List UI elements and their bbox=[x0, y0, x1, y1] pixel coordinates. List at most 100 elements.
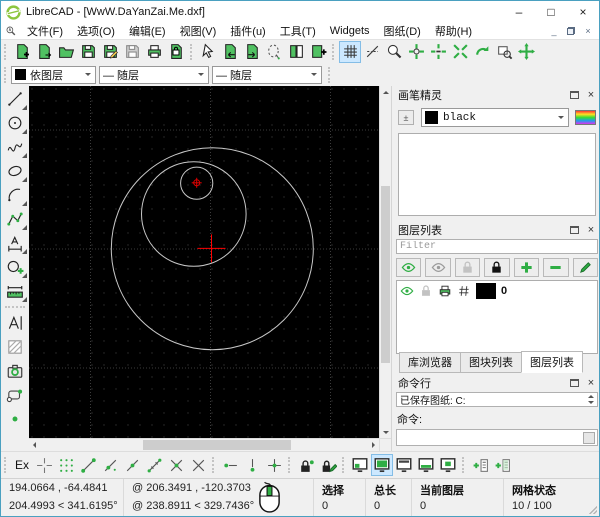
undo-button[interactable] bbox=[219, 41, 241, 63]
menu-tools[interactable]: 工具(T) bbox=[273, 23, 323, 39]
pan-button[interactable] bbox=[515, 41, 537, 63]
menu-file[interactable]: 文件(F) bbox=[20, 23, 70, 39]
color-picker-button[interactable] bbox=[575, 110, 596, 125]
plus-minus-button[interactable]: ± bbox=[398, 110, 414, 125]
dock-widget-5-button[interactable] bbox=[437, 454, 459, 476]
zoom-window-button[interactable] bbox=[493, 41, 515, 63]
dimension-tool-button[interactable] bbox=[3, 231, 28, 255]
menu-plugins[interactable]: 插件(u) bbox=[223, 23, 272, 39]
dock-widget-3-button[interactable] bbox=[393, 454, 415, 476]
toolbar-grip[interactable] bbox=[4, 67, 9, 83]
toolbar-grip[interactable] bbox=[462, 457, 467, 473]
layer-color-swatch[interactable] bbox=[476, 283, 496, 299]
float-panel-icon[interactable] bbox=[570, 226, 579, 234]
snap-intersection-button[interactable] bbox=[187, 454, 209, 476]
zoom-out-button[interactable] bbox=[427, 41, 449, 63]
text-tool-button[interactable] bbox=[3, 311, 28, 335]
history-scroll-spinner[interactable] bbox=[585, 393, 596, 406]
scroll-down-arrow[interactable] bbox=[380, 426, 391, 438]
pen-color-dropdown[interactable]: black bbox=[421, 108, 569, 127]
set-relative-zero-button[interactable] bbox=[317, 454, 339, 476]
free-selection-button[interactable] bbox=[263, 41, 285, 63]
menu-widgets[interactable]: Widgets bbox=[323, 25, 377, 37]
point-tool-button[interactable] bbox=[3, 407, 28, 431]
scroll-left-arrow[interactable] bbox=[29, 439, 40, 451]
polyline-tool-button[interactable] bbox=[3, 207, 28, 231]
tab-library-browser[interactable]: 库浏览器 bbox=[399, 352, 460, 373]
circle-tool-button[interactable] bbox=[3, 111, 28, 135]
layer-visible-icon[interactable] bbox=[400, 284, 414, 298]
print-preview-button[interactable] bbox=[165, 41, 187, 63]
maximize-button[interactable]: □ bbox=[535, 1, 567, 23]
restrict-vertical-button[interactable] bbox=[241, 454, 263, 476]
menu-edit[interactable]: 编辑(E) bbox=[122, 23, 173, 39]
save-as-button[interactable] bbox=[99, 41, 121, 63]
snap-distance-button[interactable] bbox=[165, 454, 187, 476]
measure-tool-button[interactable] bbox=[3, 279, 28, 303]
new-document-button[interactable] bbox=[11, 41, 33, 63]
window-selection-button[interactable] bbox=[285, 41, 307, 63]
remove-layer-button[interactable] bbox=[543, 258, 568, 277]
close-panel-button[interactable]: × bbox=[586, 224, 596, 236]
modify-tool-button[interactable] bbox=[3, 255, 28, 279]
close-panel-button[interactable]: × bbox=[586, 377, 596, 389]
toolbar-grip[interactable] bbox=[332, 44, 337, 60]
snap-endpoint-button[interactable] bbox=[77, 454, 99, 476]
exclusive-snap-button[interactable]: Ex bbox=[11, 454, 33, 476]
snap-middle-button[interactable] bbox=[143, 454, 165, 476]
vertical-scroll-thumb[interactable] bbox=[381, 186, 390, 363]
hide-all-layers-button[interactable] bbox=[425, 258, 450, 277]
vertical-scrollbar[interactable] bbox=[379, 86, 391, 438]
menu-options[interactable]: 选项(O) bbox=[70, 23, 122, 39]
zoom-in-button[interactable] bbox=[405, 41, 427, 63]
line-tool-button[interactable] bbox=[3, 87, 28, 111]
auto-zoom-button[interactable] bbox=[449, 41, 471, 63]
new-from-template-button[interactable] bbox=[33, 41, 55, 63]
scroll-right-arrow[interactable] bbox=[368, 439, 379, 451]
layer-row[interactable]: 0 bbox=[397, 281, 597, 301]
lock-relative-zero-button[interactable] bbox=[295, 454, 317, 476]
layer-filter-input[interactable] bbox=[396, 239, 598, 254]
draft-mode-button[interactable] bbox=[361, 41, 383, 63]
mdi-minimize-button[interactable]: _ bbox=[547, 25, 561, 37]
drawing-canvas[interactable] bbox=[29, 86, 379, 438]
add-layer-button[interactable] bbox=[514, 258, 539, 277]
arc-tool-button[interactable] bbox=[3, 183, 28, 207]
toolbar-grip[interactable] bbox=[212, 457, 217, 473]
curve-tool-button[interactable] bbox=[3, 135, 28, 159]
float-panel-icon[interactable] bbox=[570, 379, 579, 387]
menu-view[interactable]: 视图(V) bbox=[173, 23, 224, 39]
edit-layer-button[interactable] bbox=[573, 258, 598, 277]
horizontal-scrollbar[interactable] bbox=[29, 438, 379, 451]
toolbar-grip[interactable] bbox=[288, 457, 293, 473]
pen-wizard-header[interactable]: 画笔精灵 × bbox=[395, 87, 599, 103]
dock-widget-2-button[interactable] bbox=[371, 454, 393, 476]
print-button[interactable] bbox=[143, 41, 165, 63]
pen-color-combo[interactable]: 依图层 bbox=[11, 66, 96, 84]
command-options-button[interactable] bbox=[583, 432, 595, 444]
toolbar-grip[interactable] bbox=[4, 44, 9, 60]
snap-center-button[interactable] bbox=[121, 454, 143, 476]
lock-all-layers-button[interactable] bbox=[484, 258, 509, 277]
resize-grip[interactable] bbox=[589, 506, 597, 514]
ellipse-tool-button[interactable] bbox=[3, 159, 28, 183]
previous-view-button[interactable] bbox=[471, 41, 493, 63]
pen-width-combo[interactable]: — 随层 bbox=[99, 66, 209, 84]
show-all-layers-button[interactable] bbox=[396, 258, 421, 277]
mdi-close-button[interactable]: × bbox=[581, 25, 595, 37]
close-button[interactable]: × bbox=[567, 1, 599, 23]
block-tool-button[interactable] bbox=[3, 383, 28, 407]
grid-toggle-button[interactable] bbox=[339, 41, 361, 63]
dock-widget-4-button[interactable] bbox=[415, 454, 437, 476]
horizontal-scroll-thumb[interactable] bbox=[143, 440, 291, 450]
snap-grid-button[interactable] bbox=[55, 454, 77, 476]
open-file-button[interactable] bbox=[55, 41, 77, 63]
dock-widget-1-button[interactable] bbox=[349, 454, 371, 476]
snap-on-entity-button[interactable] bbox=[99, 454, 121, 476]
layer-list-header[interactable]: 图层列表 × bbox=[395, 222, 599, 238]
save-button[interactable] bbox=[77, 41, 99, 63]
add-selection-button[interactable] bbox=[307, 41, 329, 63]
command-input[interactable] bbox=[397, 431, 583, 445]
minimize-button[interactable]: – bbox=[503, 1, 535, 23]
close-panel-button[interactable]: × bbox=[586, 89, 596, 101]
